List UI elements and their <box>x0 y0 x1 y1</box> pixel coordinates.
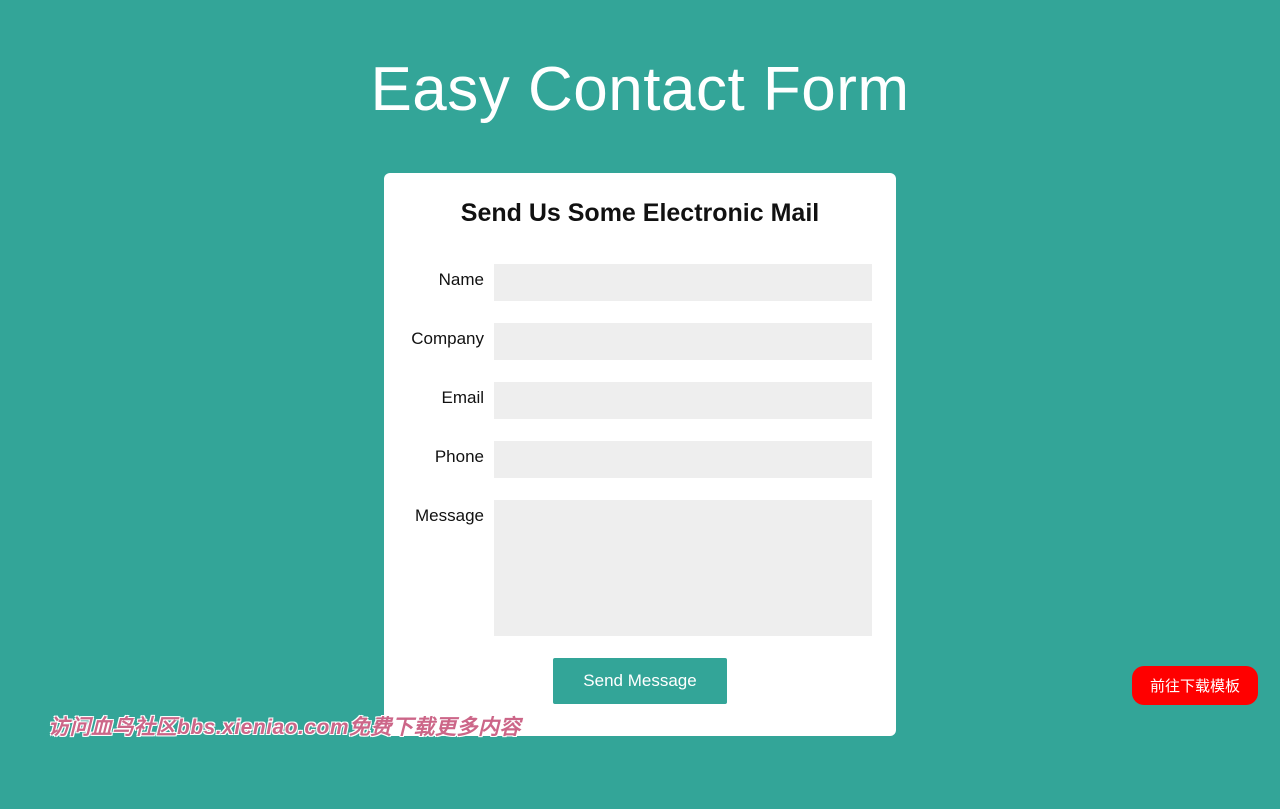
download-template-button[interactable]: 前往下载模板 <box>1132 666 1258 705</box>
contact-form-card: Send Us Some Electronic Mail Name Compan… <box>384 173 896 736</box>
watermark-text: 访问血鸟社区bbs.xieniao.com免费下载更多内容 <box>48 711 521 741</box>
message-textarea[interactable] <box>494 500 872 636</box>
send-message-button[interactable]: Send Message <box>553 658 726 704</box>
submit-wrap: Send Message <box>408 658 872 704</box>
phone-input[interactable] <box>494 441 872 478</box>
company-input[interactable] <box>494 323 872 360</box>
name-label: Name <box>408 264 494 290</box>
name-input[interactable] <box>494 264 872 301</box>
form-row-email: Email <box>408 382 872 419</box>
email-label: Email <box>408 382 494 408</box>
form-row-name: Name <box>408 264 872 301</box>
form-row-company: Company <box>408 323 872 360</box>
form-row-phone: Phone <box>408 441 872 478</box>
card-title: Send Us Some Electronic Mail <box>408 199 872 228</box>
page-title: Easy Contact Form <box>0 54 1280 125</box>
email-input[interactable] <box>494 382 872 419</box>
message-label: Message <box>408 500 494 526</box>
phone-label: Phone <box>408 441 494 467</box>
company-label: Company <box>408 323 494 349</box>
form-row-message: Message <box>408 500 872 636</box>
